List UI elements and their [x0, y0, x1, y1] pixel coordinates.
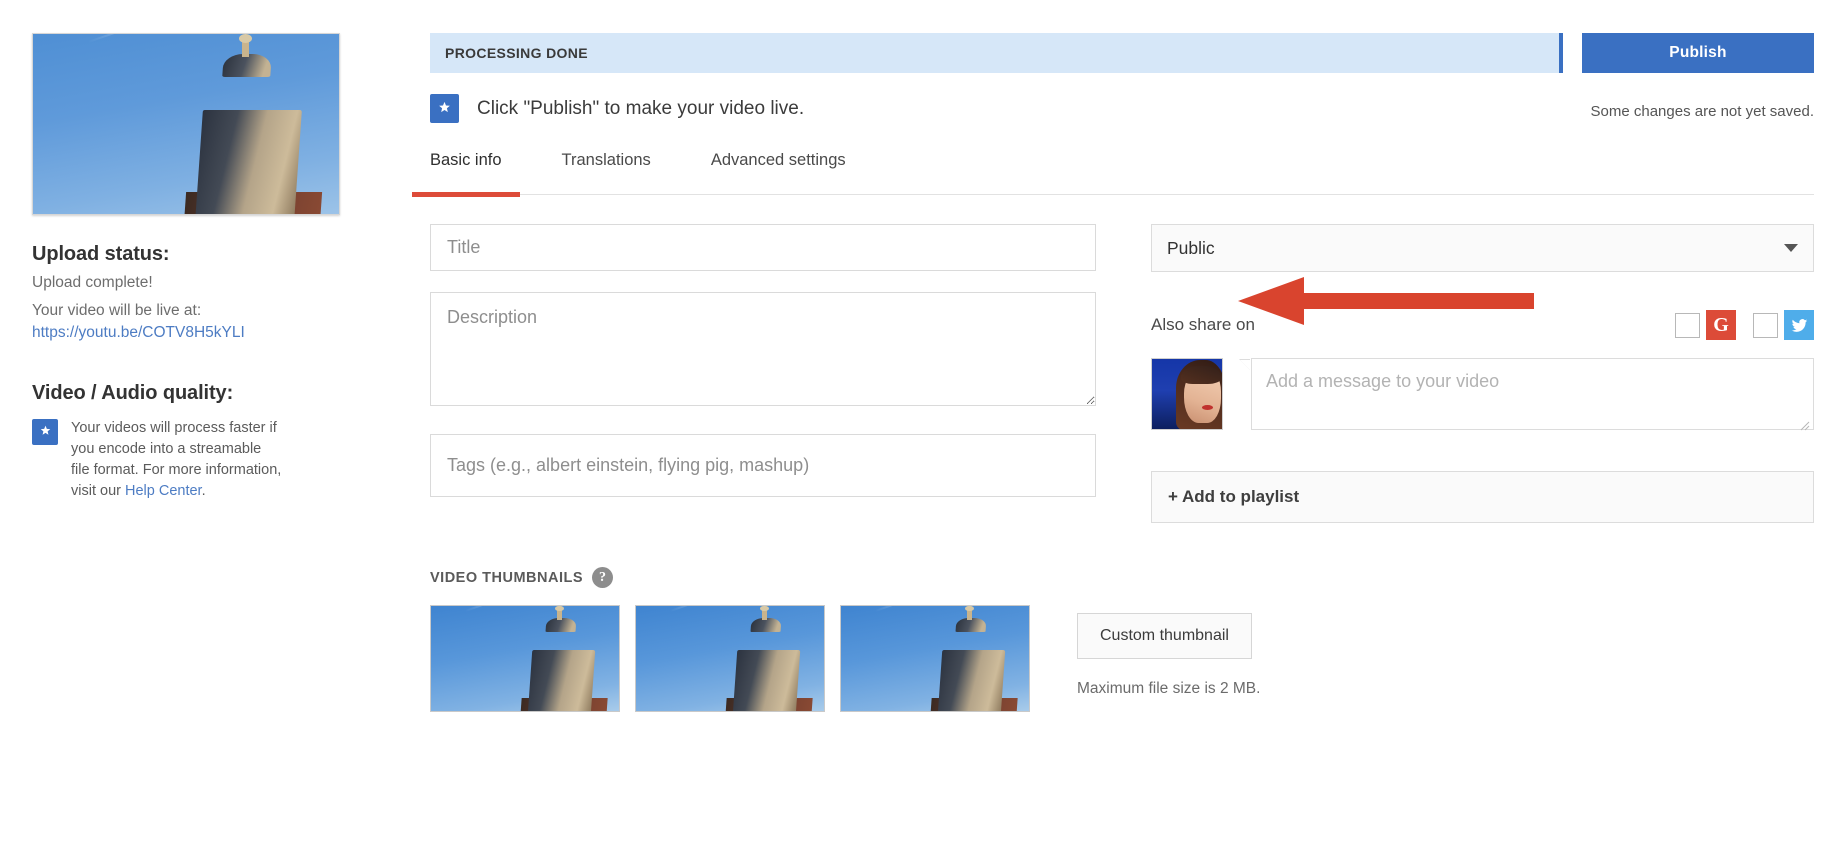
unsaved-changes-note: Some changes are not yet saved. [1590, 103, 1814, 120]
church-tower-illustration [155, 34, 339, 214]
max-file-size-note: Maximum file size is 2 MB. [1077, 680, 1261, 697]
quality-tip-row: Your videos will process faster if you e… [32, 418, 362, 502]
share-message-box-wrap [1240, 358, 1814, 435]
publish-button[interactable]: Publish [1582, 33, 1814, 73]
upload-details-page: Upload status: Upload complete! Your vid… [0, 0, 1844, 850]
live-at-label: Your video will be live at: [32, 301, 202, 319]
video-live-url-link[interactable]: https://youtu.be/COTV8H5kYLI [32, 324, 362, 342]
tower-body [733, 650, 801, 711]
tab-advanced-settings[interactable]: Advanced settings [711, 151, 846, 194]
add-to-playlist-button[interactable]: + Add to playlist [1151, 471, 1814, 523]
tower-spire [241, 41, 250, 58]
publish-hint-text: Click "Publish" to make your video live. [477, 97, 805, 119]
quality-heading: Video / Audio quality: [32, 381, 234, 404]
thumbnail-option-1[interactable] [430, 605, 620, 712]
tabs-inner: Basic info Translations Advanced setting… [412, 151, 1814, 197]
share-message-input[interactable] [1251, 358, 1814, 430]
tags-input[interactable] [430, 434, 1096, 497]
twitter-icon[interactable] [1784, 310, 1814, 340]
avatar [1151, 358, 1223, 430]
google-plus-icon[interactable]: G [1706, 310, 1736, 340]
video-thumbnails-header: VIDEO THUMBNAILS ? [430, 567, 1814, 588]
speech-bubble-tail [1240, 360, 1251, 371]
thumbnail-choices-row: Custom thumbnail Maximum file size is 2 … [430, 605, 1814, 712]
processing-banner-row: PROCESSING DONE Publish [430, 33, 1814, 73]
tower-spire [762, 610, 767, 620]
tower-spire [967, 610, 972, 620]
publish-hint-row: Click "Publish" to make your video live.… [430, 94, 1814, 123]
publish-hint-left: Click "Publish" to make your video live. [430, 94, 1591, 123]
processing-status-text: PROCESSING DONE [445, 45, 588, 61]
star-icon [430, 94, 459, 123]
video-thumbnails-section: VIDEO THUMBNAILS ? Custom thumbnail Maxi… [430, 567, 1814, 712]
form-left-column [430, 224, 1096, 523]
tower-body [938, 650, 1006, 711]
form-right-column: Public Unlisted Private Scheduled Also s… [1151, 224, 1814, 523]
quality-tip-text: Your videos will process faster if you e… [71, 418, 283, 502]
avatar-lips [1201, 405, 1213, 411]
tower-finial [555, 606, 564, 612]
upload-status-block: Upload status: Upload complete! Your vid… [32, 243, 362, 342]
tab-basic-info[interactable]: Basic info [412, 151, 519, 197]
basic-info-form: Public Unlisted Private Scheduled Also s… [430, 224, 1814, 523]
processing-status-banner: PROCESSING DONE [430, 33, 1559, 73]
help-icon[interactable]: ? [592, 567, 613, 588]
help-center-link[interactable]: Help Center [125, 483, 202, 499]
thumbnail-option-3[interactable] [840, 605, 1030, 712]
thumbnail-option-2[interactable] [635, 605, 825, 712]
tower-finial [238, 34, 252, 43]
privacy-select[interactable]: Public Unlisted Private Scheduled [1151, 224, 1814, 272]
video-sidebar: Upload status: Upload complete! Your vid… [32, 33, 362, 502]
tab-translations[interactable]: Translations [562, 151, 651, 194]
quality-tip-period: . [201, 482, 206, 499]
share-message-row [1151, 358, 1814, 435]
avatar-fringe [1181, 366, 1221, 385]
banner-accent-tick [1559, 33, 1563, 73]
tower-body [195, 109, 303, 214]
video-audio-quality-block: Video / Audio quality: Your videos will … [32, 382, 362, 502]
tower-finial [965, 606, 974, 612]
video-thumbnails-title: VIDEO THUMBNAILS [430, 569, 583, 586]
church-tower-illustration [912, 606, 1029, 711]
tower-finial [760, 606, 769, 612]
twitter-checkbox[interactable] [1753, 312, 1778, 338]
custom-thumbnail-side: Custom thumbnail Maximum file size is 2 … [1077, 605, 1260, 698]
video-preview-thumbnail[interactable] [32, 33, 340, 215]
upload-status-heading: Upload status: [32, 243, 170, 265]
title-input[interactable] [430, 224, 1096, 271]
main-content: PROCESSING DONE Publish Click "Publish" … [412, 33, 1814, 712]
custom-thumbnail-button[interactable]: Custom thumbnail [1077, 613, 1252, 659]
description-input[interactable] [430, 292, 1096, 406]
settings-tabs: Basic info Translations Advanced setting… [412, 151, 1814, 197]
church-tower-illustration [707, 606, 824, 711]
google-plus-checkbox[interactable] [1675, 312, 1700, 338]
tower-body [528, 650, 596, 711]
google-plus-glyph: G [1713, 314, 1729, 336]
tower-spire [557, 610, 562, 620]
also-share-on-row: Also share on G [1151, 310, 1814, 340]
church-tower-illustration [502, 606, 619, 711]
also-share-on-label: Also share on [1151, 315, 1255, 334]
privacy-select-wrap: Public Unlisted Private Scheduled [1151, 224, 1814, 272]
upload-status-value: Upload complete! [32, 274, 153, 291]
star-icon [32, 418, 58, 445]
